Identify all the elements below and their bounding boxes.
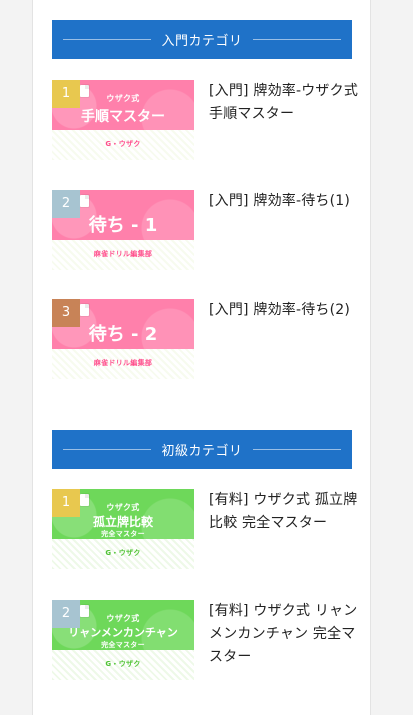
category-header-beginner: 初級カテゴリ [52, 430, 352, 469]
course-thumbnail[interactable]: 3 待ち - 2 麻雀ドリル編集部 [52, 299, 194, 379]
course-title-link[interactable]: [入門] 牌効率-待ち(2) [209, 299, 359, 322]
course-thumbnail[interactable]: 1 ウザク式 孤立牌比較 完全マスター G・ウザク [52, 489, 194, 569]
ranking-page: 入門カテゴリ 1 ウザク式 手順マスター G・ウザク [入門] 牌効率-ウザク式… [0, 0, 413, 715]
rank-badge: 2 [52, 190, 80, 218]
course-thumbnail[interactable]: 1 ウザク式 手順マスター G・ウザク [52, 80, 194, 160]
course-thumbnail[interactable]: 2 待ち - 1 麻雀ドリル編集部 [52, 190, 194, 270]
thumbnail-title: 手順マスター [81, 109, 165, 125]
course-title-link[interactable]: [入門] 牌効率-待ち(1) [209, 190, 359, 213]
document-icon [80, 195, 89, 207]
rank-badge: 1 [52, 80, 80, 108]
course-title-link[interactable]: [有料] ウザク式 孤立牌比較 完全マスター [209, 489, 359, 535]
ranking-item-intro-2[interactable]: 2 待ち - 1 麻雀ドリル編集部 [入門] 牌効率-待ち(1) [52, 190, 352, 274]
rank-badge: 1 [52, 489, 80, 517]
category-header-intro: 入門カテゴリ [52, 20, 352, 59]
thumbnail-title-sub: 完全マスター [101, 641, 145, 649]
thumbnail-author: 麻雀ドリル編集部 [93, 359, 153, 367]
thumbnail-author: G・ウザク [105, 140, 141, 148]
header-divider-right [252, 449, 341, 450]
category-label: 入門カテゴリ [161, 34, 243, 49]
course-title-link[interactable]: [入門] 牌効率-ウザク式 手順マスター [209, 80, 359, 126]
ranking-item-beginner-1[interactable]: 1 ウザク式 孤立牌比較 完全マスター G・ウザク [有料] ウザク式 孤立牌比… [52, 489, 357, 573]
thumbnail-title-sub: 完全マスター [101, 530, 145, 538]
header-divider-right [252, 39, 341, 40]
course-thumbnail[interactable]: 2 ウザク式 リャンメンカンチャン 完全マスター G・ウザク [52, 600, 194, 680]
ranking-item-intro-3[interactable]: 3 待ち - 2 麻雀ドリル編集部 [入門] 牌効率-待ち(2) [52, 299, 352, 383]
thumbnail-author: G・ウザク [105, 549, 141, 557]
header-divider-left [63, 449, 152, 450]
rank-badge: 3 [52, 299, 80, 327]
category-label: 初級カテゴリ [161, 444, 243, 459]
thumbnail-author: G・ウザク [105, 660, 141, 668]
ranking-item-beginner-2[interactable]: 2 ウザク式 リャンメンカンチャン 完全マスター G・ウザク [有料] ウザク式… [52, 600, 357, 684]
course-title-link[interactable]: [有料] ウザク式 リャンメンカンチャン 完全マスター [209, 600, 359, 669]
ranking-item-intro-1[interactable]: 1 ウザク式 手順マスター G・ウザク [入門] 牌効率-ウザク式 手順マスター [52, 80, 358, 164]
rank-badge: 2 [52, 600, 80, 628]
document-icon [80, 304, 89, 316]
thumbnail-author: 麻雀ドリル編集部 [93, 250, 153, 258]
header-divider-left [63, 39, 152, 40]
